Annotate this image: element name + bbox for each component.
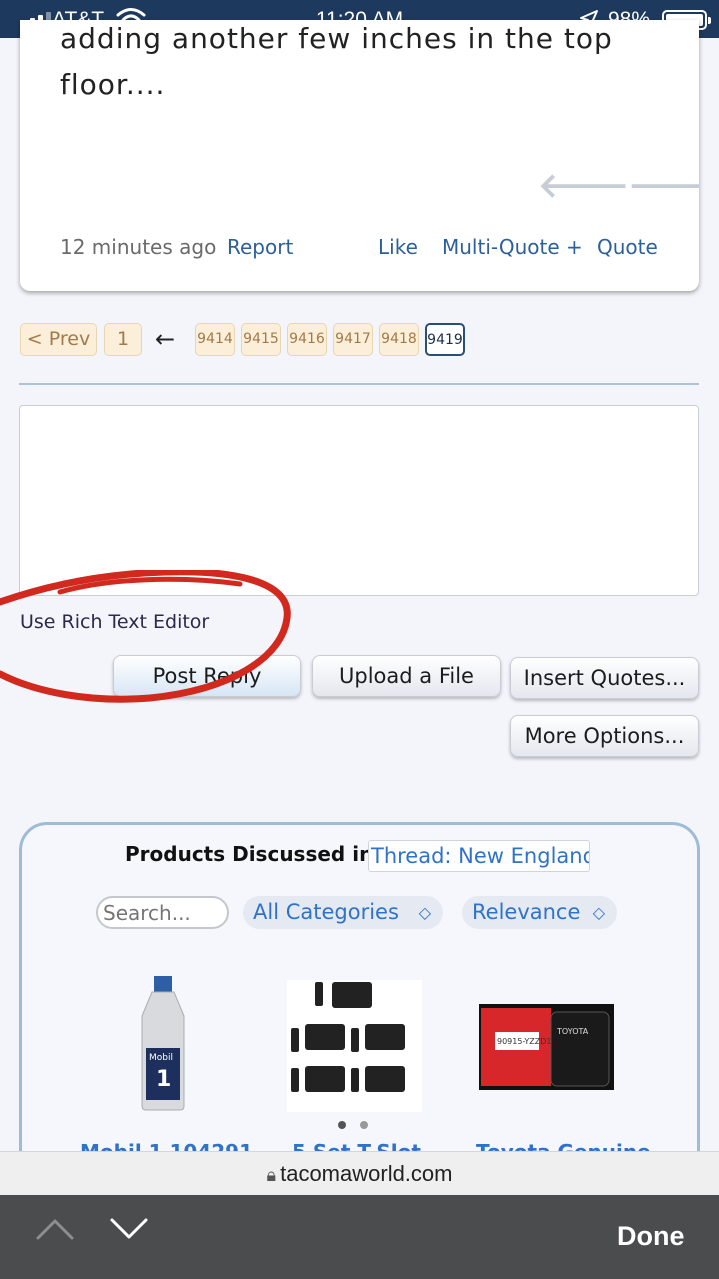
page-link[interactable]: 9414 [195,323,235,356]
chevron-updown-icon: ◇ [592,903,605,922]
page-link[interactable]: 9417 [333,323,373,356]
carousel-dots[interactable] [338,1121,368,1129]
bottle-brand: Mobil [149,1053,173,1063]
post-timestamp: 12 minutes ago [60,235,217,259]
arrow-left-icon[interactable]: 🡐 [538,165,629,206]
post-card: adding another few inches in the top flo… [20,20,699,291]
bottle-number: 1 [156,1067,171,1092]
page-link[interactable]: 9418 [379,323,419,356]
thread-link[interactable]: Thread: New England [368,840,590,872]
done-button[interactable]: Done [617,1221,685,1252]
page-skip-arrow: ← [155,325,176,353]
page-link-first[interactable]: 1 [104,323,142,356]
more-options-button[interactable]: More Options... [510,715,699,757]
arrow-right-icon[interactable]: 🡒 [628,165,699,206]
report-link[interactable]: Report [227,235,293,259]
page-link[interactable]: 9415 [241,323,281,356]
insert-quotes-button[interactable]: Insert Quotes... [510,657,699,699]
chevron-down-icon[interactable] [110,1217,148,1246]
product-image-oil-filter[interactable]: 90915-YZZD1 TOYOTA [479,1004,614,1090]
page-link[interactable]: 9416 [287,323,327,356]
form-navigation-toolbar: Done [0,1195,719,1279]
product-image-t-slot-set[interactable] [287,980,422,1112]
url-text: tacomaworld.com [280,1161,453,1186]
chevron-up-icon[interactable] [36,1217,74,1246]
filter-part-number: 90915-YZZD1 [497,1037,551,1046]
chevron-updown-icon: ◇ [418,903,431,922]
filter-brand: TOYOTA [556,1027,589,1036]
products-heading: Products Discussed in [125,842,374,866]
multi-quote-link[interactable]: Multi-Quote + [442,235,583,259]
upload-file-button[interactable]: Upload a File [312,655,501,697]
product-search-input[interactable] [96,896,229,929]
annotation-circle [0,570,291,703]
product-image-oil-bottle[interactable]: Mobil 1 [138,976,188,1112]
prev-page-button[interactable]: < Prev [20,323,97,356]
category-select-value: All Categories [253,900,399,924]
post-body: adding another few inches in the top flo… [60,20,660,108]
post-body-clipped-line: adding another few inches in the top [60,22,613,55]
like-link[interactable]: Like [378,235,418,259]
sort-select[interactable]: Relevance ◇ [462,896,617,929]
reply-textarea[interactable] [19,405,699,596]
lock-icon: 🔒︎ [266,1165,277,1185]
sort-select-value: Relevance [472,900,581,924]
quote-link[interactable]: Quote [597,235,658,259]
address-bar[interactable]: 🔒︎ tacomaworld.com [0,1151,719,1195]
category-select[interactable]: All Categories ◇ [243,896,443,929]
post-body-line: floor.... [60,68,166,101]
divider [19,383,699,385]
current-page[interactable]: 9419 [425,323,465,356]
